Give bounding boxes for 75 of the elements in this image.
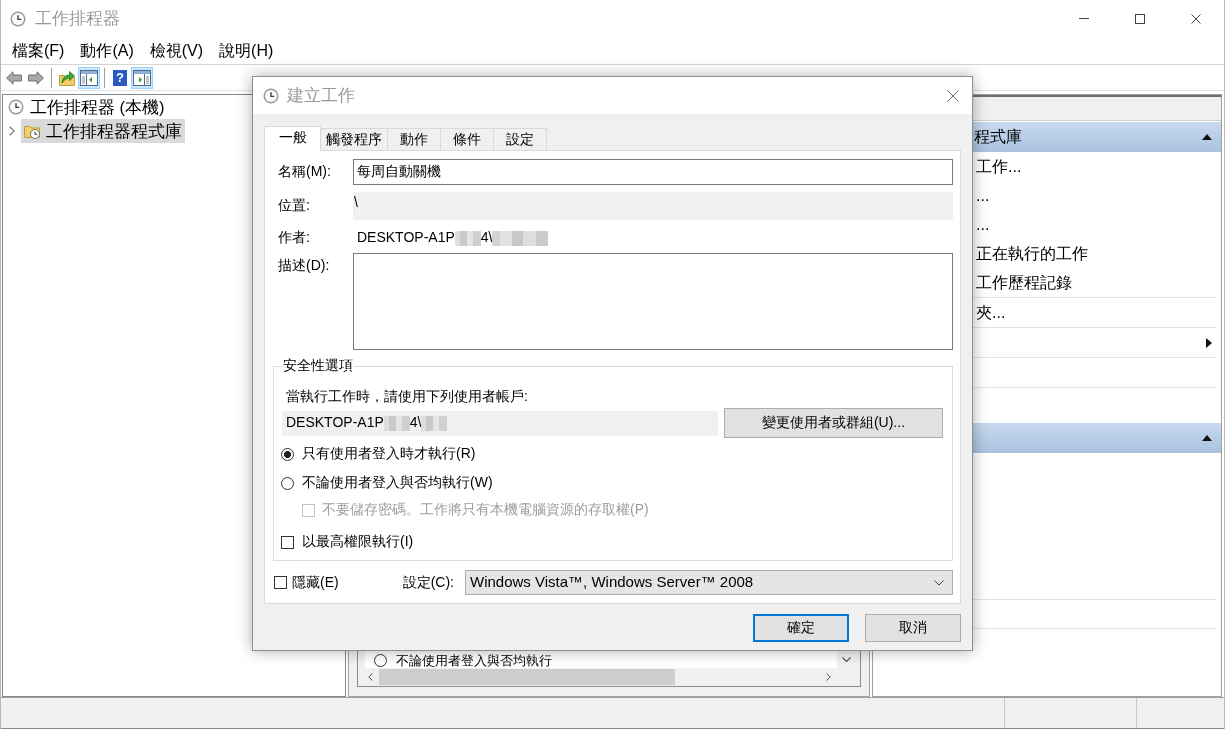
checkbox[interactable] <box>281 535 294 549</box>
action-link[interactable]: ... <box>976 214 990 235</box>
menu-item[interactable]: 檢視(V) <box>141 37 212 64</box>
blurred-redaction <box>492 230 549 246</box>
blurred-redaction <box>421 415 448 431</box>
tree-item[interactable]: 工作排程器程式庫 <box>21 119 185 143</box>
close-icon <box>1191 13 1201 24</box>
group-legend: 安全性選項 <box>282 356 354 374</box>
collapse-triangle-icon[interactable] <box>1202 134 1212 140</box>
radio-label[interactable]: 不論使用者登入與否均執行 <box>396 653 552 668</box>
clock-icon <box>10 10 26 27</box>
tree-item[interactable]: 工作排程器 (本機) <box>5 95 168 119</box>
tab[interactable]: 設定 <box>493 128 547 150</box>
account-name: 4\ <box>409 414 422 432</box>
chevron-down-icon[interactable] <box>841 657 851 662</box>
chevron-right-icon[interactable] <box>9 126 15 136</box>
configure-dropdown[interactable]: Windows Vista™, Windows Server™ 2008 <box>465 570 953 595</box>
location-field: \ <box>353 192 953 220</box>
scroll-left-icon[interactable] <box>368 673 373 681</box>
collapse-triangle-icon[interactable] <box>1202 435 1212 441</box>
action-link[interactable]: 工作... <box>976 156 1022 177</box>
action-link[interactable]: 正在執行的工作 <box>976 243 1088 264</box>
menu-item[interactable]: 檔案(F) <box>4 37 73 64</box>
action-link[interactable]: 夾... <box>976 302 1006 323</box>
help-button[interactable]: ? <box>109 66 131 89</box>
change-user-button[interactable]: 變更使用者或群組(U)... <box>724 408 943 438</box>
maximize-icon <box>1135 13 1145 24</box>
radio-button[interactable] <box>281 447 294 461</box>
submenu-arrow-icon[interactable] <box>1206 337 1212 348</box>
folder-clock-icon <box>24 123 40 139</box>
field-label: 描述(D): <box>277 256 331 275</box>
menu-item[interactable]: 說明(H) <box>211 37 282 64</box>
scrollbar-thumb[interactable] <box>379 669 675 685</box>
checkbox-label[interactable]: 以最高權限執行(I) <box>302 533 414 551</box>
checkbox[interactable] <box>274 576 287 589</box>
field-label: 名稱(M): <box>277 163 332 181</box>
blurred-redaction <box>454 230 481 246</box>
radio-button[interactable] <box>374 654 387 667</box>
close-icon <box>947 89 959 102</box>
checkbox-label[interactable]: 隱藏(E) <box>292 573 339 592</box>
section-title: 程式庫 <box>974 127 1022 147</box>
action-link[interactable]: ... <box>976 185 990 206</box>
close-button[interactable] <box>947 89 959 102</box>
folder-arrow-icon <box>59 69 75 86</box>
field-label: 設定(C): <box>402 573 454 592</box>
forward-arrow-icon <box>28 70 44 85</box>
cancel-button[interactable]: 取消 <box>865 614 961 642</box>
author-name: DESKTOP-A1P <box>357 229 455 247</box>
author-name: 4\ <box>480 229 493 247</box>
tree-pane-button[interactable] <box>78 66 100 89</box>
tab[interactable]: 一般 <box>264 126 321 151</box>
ok-button[interactable]: 確定 <box>753 614 849 642</box>
panel-icon <box>80 69 98 86</box>
window-title: 工作排程器 <box>35 7 120 30</box>
blurred-redaction <box>383 415 410 431</box>
radio-label[interactable]: 只有使用者登入時才執行(R) <box>302 445 476 463</box>
action-link[interactable]: 工作歷程記錄 <box>976 272 1072 293</box>
clock-icon <box>263 87 279 104</box>
field-label: 位置: <box>277 196 311 215</box>
action-pane-button[interactable] <box>131 66 153 89</box>
radio-button[interactable] <box>281 476 294 490</box>
back-arrow-icon <box>6 70 22 85</box>
description-field[interactable] <box>353 253 953 350</box>
field-label: 作者: <box>277 229 311 247</box>
clock-icon <box>8 99 24 115</box>
chevron-down-icon <box>934 579 944 586</box>
prompt-text: 當執行工作時，請使用下列使用者帳戶: <box>286 387 529 405</box>
minimize-icon <box>1079 18 1089 19</box>
menu-item[interactable]: 動作(A) <box>72 37 142 64</box>
radio-label[interactable]: 不論使用者登入與否均執行(W) <box>302 474 493 492</box>
name-field[interactable]: 每周自動關機 <box>353 159 953 185</box>
panel-icon <box>133 69 151 86</box>
dialog-title: 建立工作 <box>287 84 355 107</box>
account-name: DESKTOP-A1P <box>286 414 384 432</box>
scroll-right-icon[interactable] <box>826 673 831 681</box>
